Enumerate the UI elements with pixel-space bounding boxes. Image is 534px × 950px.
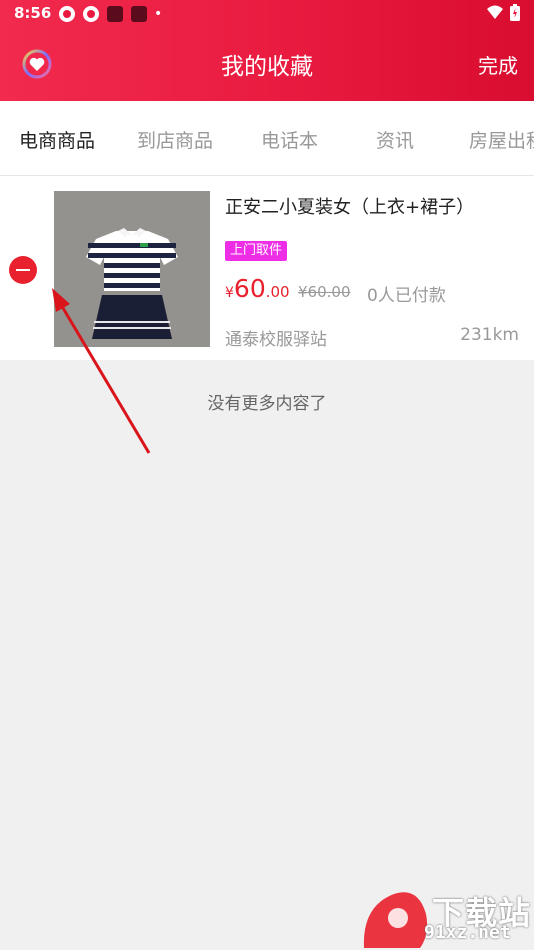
- no-more-content: 没有更多内容了: [207, 394, 327, 414]
- product-title[interactable]: 正安二小夏装女（上衣+裙子）: [225, 193, 474, 219]
- price-decimal: .00: [265, 283, 290, 301]
- store-name: 通泰校服驿站: [225, 330, 327, 350]
- done-button[interactable]: 完成: [478, 50, 518, 79]
- favorite-item[interactable]: 正安二小夏装女（上衣+裙子） 上门取件 ¥60.00 ¥60.00 0人已付款 …: [0, 176, 534, 360]
- notification-icon: [59, 6, 75, 22]
- remove-item-button[interactable]: [9, 256, 37, 284]
- status-notification-icons: •: [58, 5, 162, 23]
- tab-ecommerce[interactable]: 电商商品: [19, 126, 95, 153]
- battery-icon: [510, 4, 520, 21]
- product-image[interactable]: [54, 191, 210, 347]
- app-notification-icon: [131, 6, 147, 22]
- product-price: ¥60.00: [225, 274, 290, 303]
- app-notification-icon: [107, 6, 123, 22]
- tab-news[interactable]: 资讯: [376, 126, 414, 153]
- watermark-url: 91xz.net: [424, 922, 511, 943]
- status-time: 8:56: [14, 4, 52, 22]
- status-system-icons: [486, 4, 520, 21]
- tab-in-store[interactable]: 到店商品: [137, 126, 213, 153]
- page-title: 我的收藏: [221, 54, 313, 80]
- price-symbol: ¥: [225, 285, 234, 301]
- tab-phonebook[interactable]: 电话本: [261, 126, 318, 153]
- app-header: 8:56 • 我的收藏 完成: [0, 0, 534, 101]
- original-price: ¥60.00: [298, 283, 351, 301]
- category-tabs: 电商商品 到店商品 电话本 资讯 房屋出租: [0, 101, 534, 176]
- store-distance: 231km: [460, 325, 519, 345]
- price-integer: 60: [233, 274, 266, 303]
- tab-rental[interactable]: 房屋出租: [469, 126, 534, 153]
- wifi-icon: [487, 5, 503, 19]
- paid-count: 0人已付款: [367, 286, 446, 306]
- more-notifications-dot: •: [154, 6, 163, 22]
- notification-icon: [83, 6, 99, 22]
- service-badge: 上门取件: [225, 241, 288, 261]
